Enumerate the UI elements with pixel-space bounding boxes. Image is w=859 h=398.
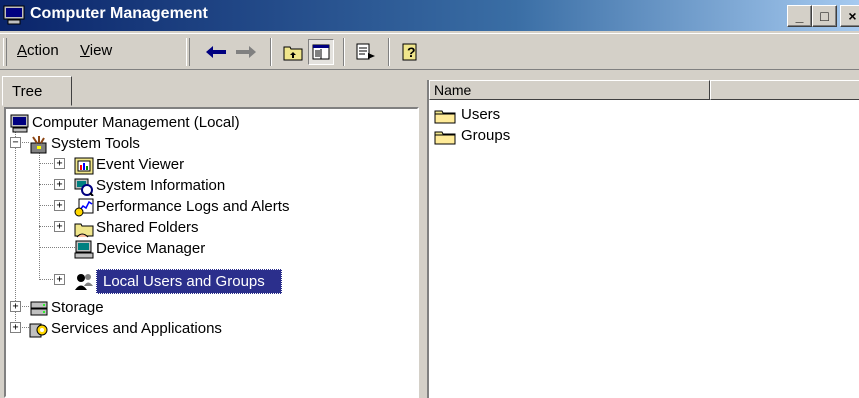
tree-node-label: System Information xyxy=(96,177,226,194)
list-pane[interactable]: Name Users Groups xyxy=(427,80,859,398)
list-item-label: Users xyxy=(461,106,501,123)
forward-icon xyxy=(236,46,256,58)
expand-toggle[interactable]: + xyxy=(54,179,65,190)
help-icon: ? xyxy=(402,43,417,61)
expand-toggle[interactable]: + xyxy=(54,221,65,232)
services-icon xyxy=(29,323,48,338)
window-title: Computer Management xyxy=(30,5,208,22)
menu-view[interactable]: View xyxy=(80,42,112,59)
close-button[interactable]: × xyxy=(840,5,859,27)
column-header-name[interactable]: Name xyxy=(429,80,710,100)
computer-icon xyxy=(10,114,29,133)
maximize-button[interactable]: □ xyxy=(812,5,837,27)
tree-node-label: Device Manager xyxy=(96,240,206,257)
column-header-blank[interactable] xyxy=(710,80,859,100)
menu-action-rest: ction xyxy=(27,42,59,59)
expand-toggle[interactable]: + xyxy=(54,274,65,285)
up-one-level-button[interactable] xyxy=(280,39,306,65)
device-manager-icon xyxy=(74,240,94,259)
computer-management-icon xyxy=(3,5,25,25)
expand-toggle[interactable]: + xyxy=(54,158,65,169)
tree-node-label: Local Users and Groups xyxy=(96,269,282,294)
tree-node-label: Shared Folders xyxy=(96,219,199,236)
help-button[interactable]: ? xyxy=(398,39,424,65)
menu-view-rest: iew xyxy=(89,42,113,59)
title-bar[interactable]: Computer Management _ □ × xyxy=(0,0,859,31)
tree-pane[interactable]: Computer Management (Local) − System Too… xyxy=(4,107,419,398)
tree-node-label: Storage xyxy=(51,299,104,316)
back-button[interactable] xyxy=(203,39,229,65)
tree-line xyxy=(39,152,40,280)
tree-node-label: Performance Logs and Alerts xyxy=(96,198,290,215)
menu-action[interactable]: Action xyxy=(17,42,59,59)
forward-button[interactable] xyxy=(233,39,259,65)
expand-toggle[interactable]: + xyxy=(10,322,21,333)
show-hide-tree-icon xyxy=(312,44,330,60)
up-folder-icon xyxy=(283,46,303,61)
export-list-icon xyxy=(356,43,375,60)
tree-node-label: System Tools xyxy=(51,135,140,152)
tree-node-label: Services and Applications xyxy=(51,320,222,337)
system-information-icon xyxy=(74,178,94,196)
collapse-toggle[interactable]: − xyxy=(10,137,21,148)
toolbar-separator xyxy=(343,38,345,66)
export-list-button[interactable] xyxy=(353,39,379,65)
list-item-label: Groups xyxy=(461,127,511,144)
show-hide-tree-button[interactable] xyxy=(308,39,334,65)
tree-node-label: Computer Management (Local) xyxy=(32,114,240,131)
performance-logs-icon xyxy=(74,198,94,217)
expand-toggle[interactable]: + xyxy=(54,200,65,211)
back-icon xyxy=(206,46,226,58)
tree-node-label: Event Viewer xyxy=(96,156,185,173)
tree-line xyxy=(39,247,77,248)
menu-toolbar: Action View ? xyxy=(0,33,859,70)
local-users-icon xyxy=(75,274,93,290)
storage-icon xyxy=(30,301,48,316)
svg-text:?: ? xyxy=(407,44,416,60)
tab-tree[interactable]: Tree xyxy=(2,76,72,106)
toolbar-separator xyxy=(270,38,272,66)
menu-grip[interactable] xyxy=(3,38,7,66)
toolbar-separator xyxy=(388,38,390,66)
tree-line xyxy=(15,131,16,329)
event-viewer-icon xyxy=(74,157,94,175)
shared-folder-icon xyxy=(74,223,94,238)
minimize-button[interactable]: _ xyxy=(787,5,812,27)
system-tools-icon xyxy=(30,136,47,154)
folder-icon xyxy=(434,110,456,124)
expand-toggle[interactable]: + xyxy=(10,301,21,312)
pane-splitter[interactable] xyxy=(419,76,427,398)
toolbar-grip[interactable] xyxy=(186,38,190,66)
folder-icon xyxy=(434,131,456,145)
